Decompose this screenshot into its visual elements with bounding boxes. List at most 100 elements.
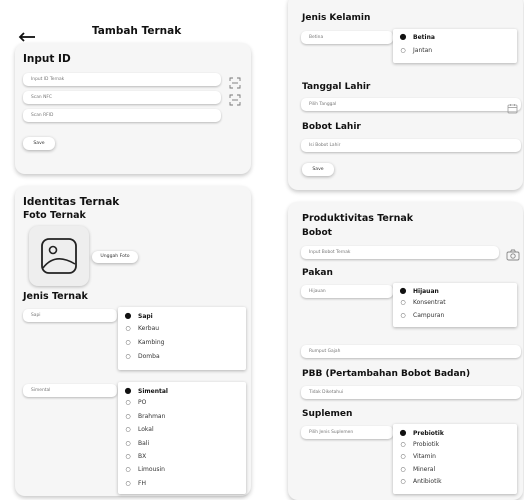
dropdown-option[interactable]: ● Simental (118, 386, 168, 395)
option-label: Bali (138, 439, 150, 447)
radio-circle-icon: ○ (125, 325, 131, 332)
option-label: Kerbau (138, 325, 160, 332)
dropdown-option[interactable]: ● Prebiotik (393, 428, 444, 437)
dropdown-option[interactable]: ○ Probiotik (393, 441, 439, 448)
ras-select[interactable]: Simental (23, 384, 117, 397)
bobot-field[interactable]: Input Bobot Ternak (301, 246, 499, 259)
bobot-lahir-field[interactable]: Isi Bobot Lahir (301, 139, 521, 152)
save-button[interactable]: Save (302, 163, 334, 176)
input-id-title: Input ID (23, 53, 71, 65)
selected-dot-icon: ● (399, 286, 407, 295)
scan-icon[interactable] (229, 74, 241, 89)
suplemen-label: Suplemen (302, 409, 353, 419)
tanggal-lahir-field[interactable]: Pilih Tanggal (301, 98, 521, 111)
option-label: PO (138, 399, 147, 407)
bobot-lahir-label: Bobot Lahir (302, 122, 361, 132)
option-label: Mineral (413, 465, 436, 473)
radio-circle-icon: ○ (125, 412, 131, 420)
radio-circle-icon: ○ (125, 399, 131, 407)
rumput-field[interactable]: Rumput Gajah (301, 345, 521, 358)
bobot-label: Bobot (302, 228, 332, 238)
option-label: FH (138, 479, 146, 487)
scan-nfc-field[interactable]: Scan NFC (23, 91, 221, 104)
identitas-title: Identitas Ternak (23, 196, 120, 208)
radio-circle-icon: ○ (125, 426, 131, 434)
jenis-kelamin-select[interactable]: Betina (301, 31, 393, 44)
suplemen-select[interactable]: Pilih Jenis Suplemen (301, 426, 393, 439)
produktivitas-title: Produktivitas Ternak (302, 213, 414, 224)
save-button[interactable]: Save (23, 137, 55, 150)
upload-photo-button[interactable]: Unggah Foto (92, 251, 138, 263)
dropdown-option[interactable]: ○ Jantan (393, 47, 432, 54)
jenis-ternak-label: Jenis Ternak (23, 291, 88, 302)
page-title: Tambah Ternak (92, 25, 182, 37)
pbb-field[interactable]: Tidak Diketahui (301, 386, 521, 399)
jenis-ternak-select[interactable]: Sapi (23, 309, 117, 322)
option-label: Brahman (138, 412, 166, 420)
dropdown-option[interactable]: ○ Campuran (393, 312, 444, 319)
radio-circle-icon: ○ (400, 465, 406, 473)
radio-circle-icon: ○ (125, 466, 131, 474)
dropdown-option[interactable]: ○ Vitamin (393, 453, 436, 460)
option-label: Domba (138, 353, 160, 360)
dropdown-option[interactable]: ○ Lokal (118, 426, 154, 434)
option-label: Prebiotik (413, 430, 444, 437)
radio-circle-icon: ○ (400, 299, 406, 306)
jenis-kelamin-label: Jenis Kelamin (302, 13, 371, 23)
dropdown-option[interactable]: ○ Kambing (118, 339, 164, 346)
option-label: Probiotik (413, 440, 440, 448)
option-label: Jantan (413, 47, 433, 54)
dropdown-option[interactable]: ○ PO (118, 399, 146, 406)
option-label: Hijauan (413, 288, 439, 295)
radio-circle-icon: ○ (400, 440, 406, 448)
suplemen-dropdown: ● Prebiotik ○ Probiotik ○ Vitamin ○ Mineral ○ Ant… (393, 424, 517, 494)
pbb-label: PBB (Pertambahan Bobot Badan) (302, 369, 471, 379)
calendar-icon[interactable] (507, 99, 518, 114)
option-label: Antibiotik (413, 478, 442, 485)
option-label: Simental (138, 388, 168, 395)
radio-circle-icon: ○ (125, 453, 131, 460)
dropdown-option[interactable]: ○ FH (118, 480, 146, 487)
option-label: Konsentrat (413, 299, 446, 306)
radio-circle-icon: ○ (400, 47, 406, 54)
radio-circle-icon: ○ (400, 478, 406, 485)
dropdown-option[interactable]: ○ Konsentrat (393, 299, 446, 306)
dropdown-option[interactable]: ○ Limousin (118, 466, 165, 473)
selected-dot-icon: ● (399, 428, 407, 437)
radio-circle-icon: ○ (125, 479, 131, 487)
radio-circle-icon: ○ (125, 339, 131, 346)
dropdown-option[interactable]: ○ Kerbau (118, 325, 159, 332)
scan-icon[interactable] (229, 91, 241, 106)
dropdown-option[interactable]: ○ Bali (118, 440, 149, 447)
ras-dropdown: ● Simental ○ PO ○ Brahman ○ Lokal ○ Bali ○ BX ○ Limou… (118, 382, 246, 494)
dropdown-option[interactable]: ○ BX (118, 453, 146, 460)
option-label: Kambing (138, 339, 165, 346)
dropdown-option[interactable]: ○ Antibiotik (393, 478, 442, 485)
option-label: Sapi (138, 313, 153, 320)
selected-dot-icon: ● (124, 311, 132, 320)
input-id-field[interactable]: Input ID Ternak (23, 73, 221, 86)
jenis-kelamin-dropdown: ● Betina ○ Jantan (393, 29, 517, 63)
scan-rfid-field[interactable]: Scan RFID (23, 109, 221, 122)
option-label: Campuran (413, 312, 445, 319)
pakan-label: Pakan (302, 268, 333, 278)
photo-placeholder[interactable] (29, 226, 89, 286)
option-label: Lokal (138, 426, 154, 434)
pakan-select[interactable]: Hijauan (301, 285, 393, 298)
dropdown-option[interactable]: ○ Domba (118, 353, 160, 360)
selected-dot-icon: ● (124, 386, 132, 395)
option-label: Vitamin (413, 453, 436, 460)
dropdown-option[interactable]: ○ Mineral (393, 466, 435, 473)
radio-circle-icon: ○ (125, 439, 131, 447)
dropdown-option[interactable]: ● Sapi (118, 311, 153, 320)
dropdown-option[interactable]: ○ Brahman (118, 413, 165, 420)
image-icon (41, 238, 77, 274)
selected-dot-icon: ● (399, 32, 407, 41)
dropdown-option[interactable]: ● Betina (393, 32, 435, 41)
back-arrow-icon[interactable] (18, 27, 36, 42)
jenis-ternak-dropdown: ● Sapi ○ Kerbau ○ Kambing ○ Domba (118, 307, 246, 370)
dropdown-option[interactable]: ● Hijauan (393, 286, 439, 295)
foto-label: Foto Ternak (23, 210, 86, 221)
camera-icon[interactable] (506, 246, 520, 261)
radio-circle-icon: ○ (125, 353, 131, 360)
